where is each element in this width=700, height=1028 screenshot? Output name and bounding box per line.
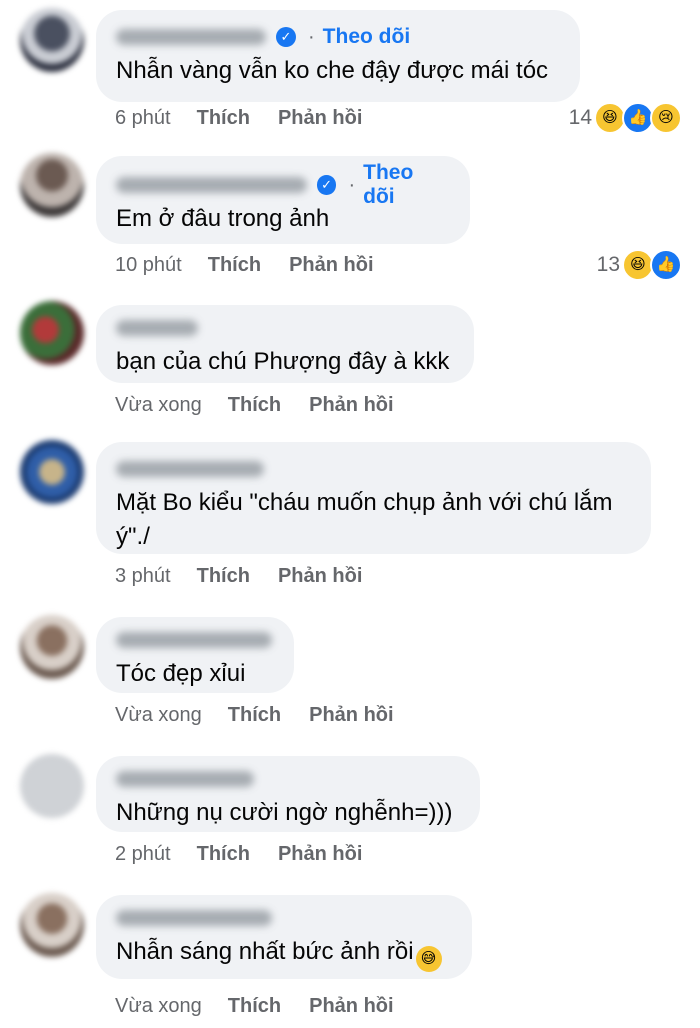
sad-icon: 😢 [650, 102, 682, 134]
author-name-blurred[interactable] [116, 177, 307, 193]
like-button[interactable]: Thích [228, 995, 281, 1018]
avatar[interactable] [20, 615, 84, 679]
avatar[interactable] [20, 301, 84, 365]
like-button[interactable]: Thích [228, 704, 281, 727]
author-name-blurred[interactable] [116, 910, 272, 926]
comment-time[interactable]: 10 phút [115, 254, 182, 277]
sweat-smile-emoji-icon: 😅 [415, 946, 442, 972]
comment-bubble: ✓ · Theo dõi Nhẫn vàng vẫn ko che đậy đư… [96, 10, 580, 102]
comment-bubble: Mặt Bo kiểu "cháu muốn chụp ảnh với chú … [96, 442, 651, 554]
like-button[interactable]: Thích [228, 394, 281, 417]
like-button[interactable]: Thích [208, 254, 261, 277]
comment-text: Tóc đẹp xỉui [116, 660, 246, 687]
comment-actions: Vừa xong Thích Phản hồi [115, 991, 422, 1021]
comment-text: bạn của chú Phượng đây à kkk [116, 348, 450, 375]
avatar[interactable] [20, 8, 84, 72]
comment-actions: 3 phút Thích Phản hồi [115, 561, 390, 591]
avatar[interactable] [20, 440, 84, 504]
follow-button[interactable]: Theo dõi [323, 25, 411, 49]
author-name-blurred[interactable] [116, 461, 264, 477]
comment-actions: Vừa xong Thích Phản hồi [115, 390, 422, 420]
comment-text-line-1: Mặt Bo kiểu "cháu muốn chụp ảnh với chú … [116, 489, 613, 516]
comment-author-row: ✓ · Theo dõi [116, 22, 560, 52]
author-name-blurred[interactable] [116, 320, 198, 336]
reactions-summary[interactable]: 13 😆 👍 [596, 249, 682, 281]
reply-button[interactable]: Phản hồi [309, 995, 393, 1018]
comment-text: Nhẫn sáng nhất bức ảnh rồi [116, 938, 414, 965]
comment-author-row: ✓ · Theo dõi [116, 161, 450, 208]
comment-bubble: bạn của chú Phượng đây à kkk [96, 305, 474, 383]
comment-time[interactable]: Vừa xong [115, 704, 202, 727]
avatar[interactable] [20, 893, 84, 957]
comment-time[interactable]: 2 phút [115, 843, 171, 866]
avatar[interactable] [20, 754, 84, 818]
comment-author-row [116, 625, 274, 655]
comment-author-row [116, 764, 460, 794]
comment-author-row [116, 903, 452, 933]
reaction-count: 13 [596, 253, 620, 276]
avatar[interactable] [20, 153, 84, 217]
comment-bubble: Những nụ cười ngờ nghễnh=))) [96, 756, 480, 832]
reply-button[interactable]: Phản hồi [309, 704, 393, 727]
separator-dot: · [348, 173, 356, 196]
comment-time[interactable]: Vừa xong [115, 995, 202, 1018]
reply-button[interactable]: Phản hồi [278, 565, 362, 588]
separator-dot: · [308, 25, 315, 48]
follow-button[interactable]: Theo dõi [363, 161, 450, 209]
verified-badge-icon: ✓ [316, 175, 337, 195]
comment-text: Những nụ cười ngờ nghễnh=))) [116, 799, 453, 826]
comment-author-row [116, 313, 454, 343]
like-button[interactable]: Thích [197, 107, 250, 130]
reactions-summary[interactable]: 14 😆 👍 😢 [568, 102, 682, 134]
author-name-blurred[interactable] [116, 632, 272, 648]
comment-actions: 2 phút Thích Phản hồi [115, 839, 390, 869]
reply-button[interactable]: Phản hồi [278, 843, 362, 866]
reply-button[interactable]: Phản hồi [309, 394, 393, 417]
comment-bubble: ✓ · Theo dõi Em ở đâu trong ảnh [96, 156, 470, 244]
comment-actions: 10 phút Thích Phản hồi [115, 250, 402, 280]
comment-actions: 6 phút Thích Phản hồi [115, 103, 390, 133]
comment-time[interactable]: 3 phút [115, 565, 171, 588]
verified-badge-icon: ✓ [276, 27, 296, 47]
reply-button[interactable]: Phản hồi [278, 107, 362, 130]
comment-actions: Vừa xong Thích Phản hồi [115, 700, 422, 730]
comment-time[interactable]: Vừa xong [115, 394, 202, 417]
like-button[interactable]: Thích [197, 565, 250, 588]
reply-button[interactable]: Phản hồi [289, 254, 373, 277]
comment-text: Nhẫn vàng vẫn ko che đậy được mái tóc [116, 57, 549, 84]
like-icon: 👍 [650, 249, 682, 281]
comment-bubble: Tóc đẹp xỉui [96, 617, 294, 693]
like-button[interactable]: Thích [197, 843, 250, 866]
reaction-count: 14 [568, 106, 592, 129]
comment-time[interactable]: 6 phút [115, 107, 171, 130]
comment-author-row [116, 454, 631, 484]
comment-bubble: Nhẫn sáng nhất bức ảnh rồi 😅 [96, 895, 472, 979]
comment-text-row: Nhẫn sáng nhất bức ảnh rồi 😅 [116, 935, 452, 972]
comment-text-line-2: ý"./ [116, 523, 150, 550]
author-name-blurred[interactable] [116, 771, 254, 787]
author-name-blurred[interactable] [116, 29, 266, 45]
